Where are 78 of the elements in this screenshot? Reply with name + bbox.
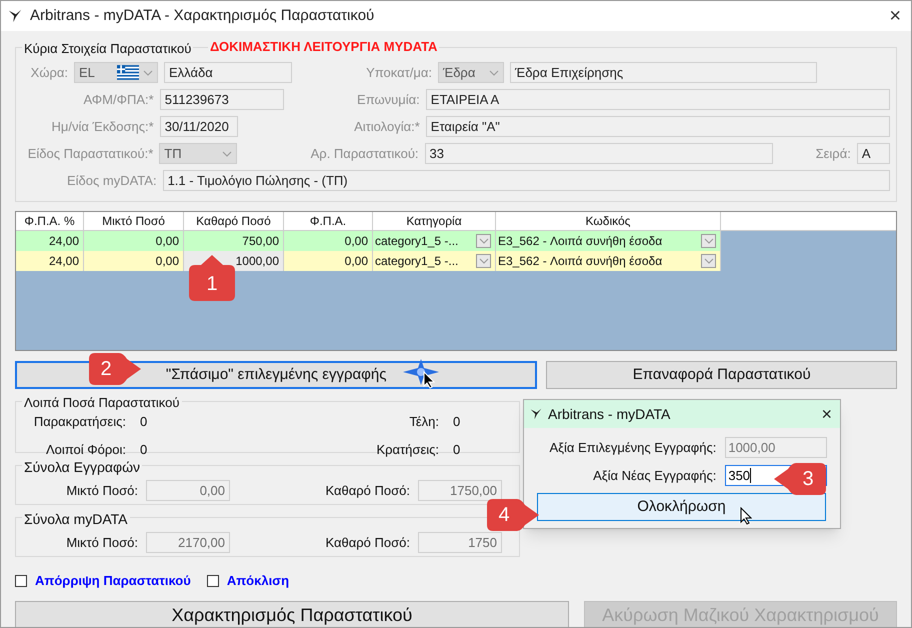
text-field[interactable]: ΕΤΑΙΡΕΙΑ Α — [426, 89, 890, 110]
checkbox-label[interactable]: Απόκλιση — [226, 571, 290, 590]
table-cell: 24,00 — [16, 231, 84, 251]
field-label: Αξία Επιλεγμένης Εγγραφής: — [548, 438, 716, 457]
text-field[interactable]: 1750 — [418, 532, 502, 553]
dropdown[interactable]: Έδρα — [438, 62, 504, 83]
complete-button[interactable]: Ολοκλήρωση — [537, 493, 826, 521]
chevron-down-icon — [222, 150, 232, 156]
text-field[interactable]: Έδρα Επιχείρησης — [510, 62, 817, 83]
field-label: Μικτό Ποσό: — [65, 534, 138, 552]
field-label: Αιτιολογία:* — [353, 118, 420, 136]
field-label: Σειρά: — [814, 144, 851, 163]
text-field[interactable]: 1.1 - Τιμολόγιο Πώλησης - (ΤΠ) — [162, 170, 890, 191]
chevron-down-icon — [489, 70, 499, 76]
bird-logo-icon — [8, 9, 22, 23]
text-field[interactable]: 511239673 — [160, 89, 284, 110]
text-field[interactable]: Α — [856, 143, 890, 164]
close-button[interactable]: × — [821, 405, 832, 423]
field-label: Επωνυμία: — [356, 90, 420, 109]
field-label: Υποκατ/μα: — [365, 64, 432, 82]
text-field[interactable]: Εταιρεία "Α" — [426, 116, 890, 137]
amount-value: 0 — [453, 440, 460, 458]
field-label: Μικτό Ποσό: — [65, 482, 138, 500]
mouse-pointer-icon — [423, 371, 435, 389]
field-label: Ημ/νία Έκδοσης:* — [50, 118, 154, 136]
field-label: Λοιποί Φόροι: — [44, 440, 126, 459]
step-callout: 4 — [485, 497, 541, 533]
chevron-down-icon — [478, 258, 488, 264]
table-cell: 24,00 — [16, 251, 84, 271]
text-field[interactable]: 0,00 — [146, 480, 230, 501]
mouse-pointer-icon — [740, 507, 752, 525]
reset-button[interactable]: Επαναφορά Παραστατικού — [546, 361, 897, 389]
text-field[interactable]: 30/11/2020 — [160, 116, 238, 137]
table-cell: 0,00 — [84, 231, 184, 251]
field-label: Είδος Παραστατικού:* — [26, 144, 154, 163]
field-label: Είδος myDATA: — [66, 172, 157, 190]
step-callout: 1 — [187, 255, 237, 303]
bird-logo-icon — [530, 408, 542, 420]
text-field[interactable]: 1750,00 — [418, 480, 502, 501]
characterize-button[interactable]: Χαρακτηρισμός Παραστατικού — [15, 600, 569, 627]
window-title: Arbitrans - myDATA - Χαρακτηρισμός Παραστατικού — [30, 6, 376, 26]
field-label: Κρατήσεις: — [375, 440, 439, 459]
chevron-down-icon — [704, 258, 714, 264]
amount-value: 0 — [140, 413, 148, 431]
step-callout: 3 — [773, 461, 829, 497]
amount-value: 0 — [140, 440, 148, 458]
amount-value: 0 — [453, 413, 460, 431]
field-label: ΑΦΜ/ΦΠΑ:* — [82, 90, 154, 109]
dialog-title: Arbitrans - myDATA — [548, 404, 672, 424]
field-label: Παρακρατήσεις: — [32, 413, 126, 431]
dropdown-cell[interactable]: E3_562 - Λοιπά συνήθη έσοδα — [496, 231, 721, 251]
close-button[interactable]: × — [889, 6, 901, 26]
field-label: Καθαρό Ποσό: — [324, 482, 410, 500]
flag-icon — [117, 65, 139, 80]
table-cell: 0,00 — [84, 251, 184, 271]
text-field[interactable]: 33 — [424, 143, 774, 164]
chevron-down-icon — [704, 238, 714, 244]
table-cell: 0,00 — [284, 231, 373, 251]
dropdown-cell[interactable]: category1_5 -... — [373, 231, 496, 251]
dropdown-cell[interactable]: category1_5 -... — [373, 251, 496, 271]
field-label: Χώρα: — [30, 64, 68, 82]
field-label: Αξία Νέας Εγγραφής: — [592, 466, 716, 485]
field-label: Τέλη: — [408, 413, 439, 431]
checkbox-label[interactable]: Απόρριψη Παραστατικού — [35, 571, 191, 590]
text-field[interactable]: 2170,00 — [146, 532, 230, 553]
text-field[interactable]: Ελλάδα — [164, 62, 292, 83]
dropdown-cell[interactable]: E3_562 - Λοιπά συνήθη έσοδα — [496, 251, 721, 271]
checkbox[interactable] — [206, 574, 219, 587]
table-cell: 0,00 — [284, 251, 373, 271]
field-label: Καθαρό Ποσό: — [324, 534, 410, 552]
dropdown[interactable]: EL — [74, 62, 158, 83]
field-label: Αρ. Παραστατικού: — [310, 144, 419, 163]
step-callout: 2 — [87, 351, 143, 387]
table-cell: 750,00 — [184, 231, 284, 251]
checkbox[interactable] — [15, 574, 27, 587]
chevron-down-icon — [478, 238, 488, 244]
chevron-down-icon — [143, 70, 153, 76]
dropdown[interactable]: ΤΠ — [159, 143, 237, 164]
